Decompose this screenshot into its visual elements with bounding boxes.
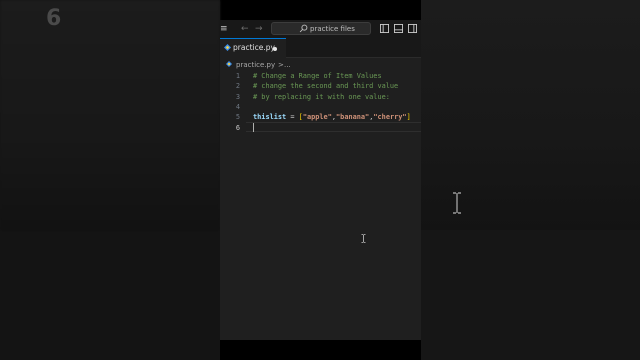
python-file-icon xyxy=(226,61,232,67)
code-comment: # change the second and third value xyxy=(253,82,399,91)
tab-label: practice.py xyxy=(233,43,275,52)
line-number: 1 xyxy=(235,72,240,80)
title-bar: ≡ ← → practice files xyxy=(220,20,421,38)
code-line: 4 xyxy=(220,102,421,112)
search-icon xyxy=(299,24,308,33)
toggle-primary-sidebar-icon[interactable] xyxy=(380,24,389,33)
code-comment: # by replacing it with one value: xyxy=(253,92,390,101)
forward-arrow-icon[interactable]: → xyxy=(255,23,263,35)
code-area[interactable]: 1 # Change a Range of Item Values 2 # ch… xyxy=(220,71,421,331)
code-line: 6 xyxy=(220,123,421,133)
line-number: 5 xyxy=(235,113,240,122)
command-center-search[interactable]: practice files xyxy=(271,22,371,35)
large-ibeam-cursor-icon xyxy=(453,192,461,214)
video-frame: 6 ≡ ← → practice files practice.py pract… xyxy=(0,0,640,360)
code-line: 1 # Change a Range of Item Values xyxy=(220,71,421,81)
left-blurred-panel xyxy=(0,0,220,230)
python-file-icon xyxy=(224,44,231,51)
code-statement: thislist = ["apple","banana","cherry"] xyxy=(253,112,411,122)
code-line: 5 thislist = ["apple","banana","cherry"] xyxy=(220,112,421,122)
code-editor-window: ≡ ← → practice files practice.py practic… xyxy=(220,20,421,340)
unsaved-indicator-icon[interactable] xyxy=(273,47,277,51)
breadcrumb-file[interactable]: practice.py xyxy=(236,60,275,70)
breadcrumb-more[interactable]: ... xyxy=(284,60,291,70)
line-number: 2 xyxy=(235,82,240,91)
tab-bar: practice.py xyxy=(220,38,421,58)
code-string: "banana" xyxy=(336,113,370,122)
menu-icon[interactable]: ≡ xyxy=(220,24,228,34)
breadcrumb-separator: > xyxy=(278,61,284,69)
code-line: 3 # by replacing it with one value: xyxy=(220,92,421,102)
tab-practice-py[interactable]: practice.py xyxy=(220,38,286,58)
right-background xyxy=(421,0,640,360)
code-string: "cherry" xyxy=(373,113,407,122)
code-operator: = xyxy=(286,113,299,122)
text-caret xyxy=(253,123,254,132)
line-number: 4 xyxy=(235,102,240,111)
bottom-letterbox xyxy=(220,340,421,360)
overlay-number: 6 xyxy=(46,6,62,31)
search-text: practice files xyxy=(310,25,355,33)
code-comment: # Change a Range of Item Values xyxy=(253,72,382,80)
toggle-secondary-sidebar-icon[interactable] xyxy=(408,24,417,33)
back-arrow-icon[interactable]: ← xyxy=(241,23,249,35)
code-string: "apple" xyxy=(302,113,332,122)
code-variable: thislist xyxy=(253,113,287,122)
line-number: 6 xyxy=(235,123,240,132)
line-number: 3 xyxy=(235,92,240,101)
toggle-panel-icon[interactable] xyxy=(394,24,403,33)
code-bracket-close: ] xyxy=(406,113,411,122)
left-background: 6 xyxy=(0,0,220,360)
code-line: 2 # change the second and third value xyxy=(220,81,421,91)
ibeam-cursor-icon xyxy=(361,234,366,243)
